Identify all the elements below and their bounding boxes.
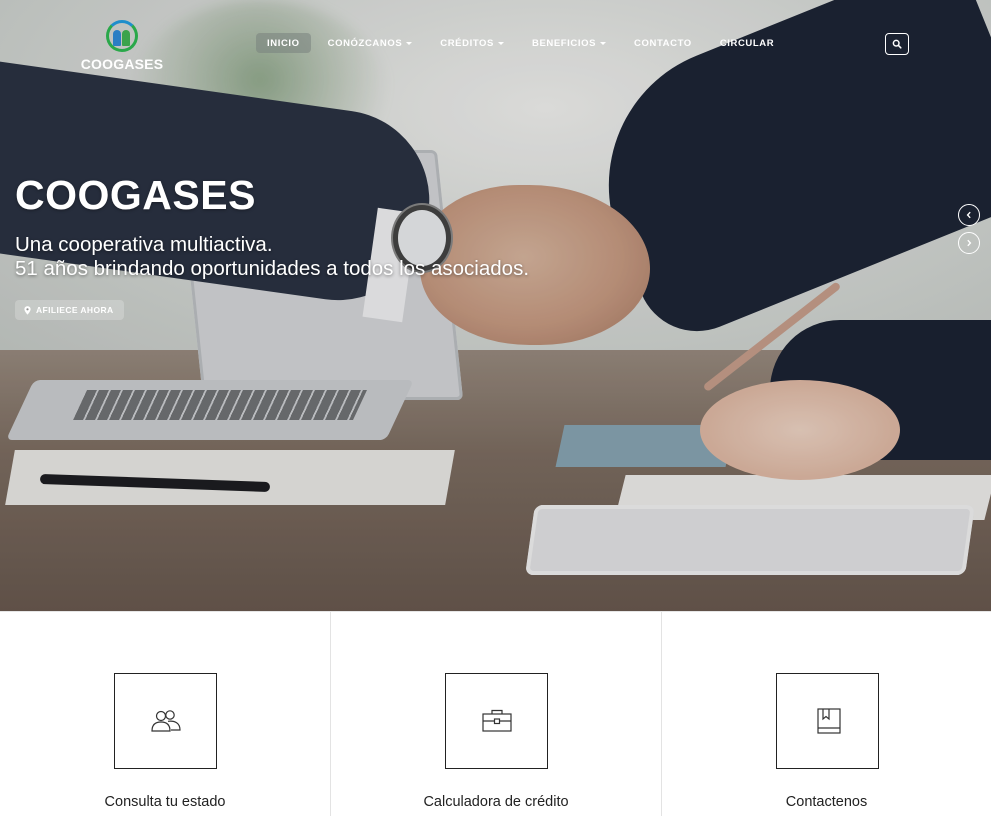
nav-item-contacto[interactable]: CONTACTO: [623, 33, 703, 53]
feature-icon-box[interactable]: [445, 673, 548, 769]
book-icon: [816, 708, 841, 734]
carousel-next-button[interactable]: [958, 232, 980, 254]
afiliece-ahora-button[interactable]: AFILIECE AHORA: [15, 300, 124, 320]
brand-name: COOGASES: [80, 56, 164, 72]
feature-label[interactable]: Consulta tu estado: [0, 794, 330, 810]
users-icon: [150, 710, 181, 732]
nav-item-beneficios[interactable]: BENEFICIOS: [521, 33, 617, 53]
features-row: Consulta tu estado Calculadora de crédit…: [0, 611, 991, 816]
nav-item-circular[interactable]: CIRCULAR: [709, 33, 785, 53]
nav-item-conozcanos[interactable]: CONÓZCANOS: [317, 33, 424, 53]
feature-contactenos[interactable]: Contactenos: [662, 612, 991, 816]
page: COOGASES INICIO CONÓZCANOS CRÉDITOS BENE…: [0, 0, 991, 816]
hero-title: COOGASES: [15, 172, 256, 218]
nav-item-inicio[interactable]: INICIO: [256, 33, 311, 53]
chevron-left-icon: [966, 211, 971, 219]
search-icon: [892, 39, 902, 49]
hero-subtitle: Una cooperativa multiactiva. 51 años bri…: [15, 233, 530, 280]
logo-mark-icon: [102, 18, 142, 54]
map-pin-icon: [24, 305, 31, 315]
search-button[interactable]: [885, 33, 909, 55]
feature-label[interactable]: Contactenos: [662, 794, 991, 810]
hero-carousel: COOGASES INICIO CONÓZCANOS CRÉDITOS BENE…: [0, 0, 991, 611]
briefcase-icon: [481, 709, 512, 732]
nav-item-creditos[interactable]: CRÉDITOS: [429, 33, 515, 53]
caret-down-icon: [406, 41, 413, 45]
feature-calculadora-credito[interactable]: Calculadora de crédito: [331, 612, 662, 816]
main-nav: INICIO CONÓZCANOS CRÉDITOS BENEFICIOS CO…: [256, 33, 791, 53]
feature-label[interactable]: Calculadora de crédito: [331, 794, 661, 810]
carousel-prev-button[interactable]: [958, 204, 980, 226]
brand-logo[interactable]: COOGASES: [80, 18, 164, 72]
caret-down-icon: [600, 41, 607, 45]
feature-consulta-estado[interactable]: Consulta tu estado: [0, 612, 331, 816]
chevron-right-icon: [967, 239, 972, 247]
feature-icon-box[interactable]: [776, 673, 879, 769]
feature-icon-box[interactable]: [114, 673, 217, 769]
caret-down-icon: [497, 41, 504, 45]
